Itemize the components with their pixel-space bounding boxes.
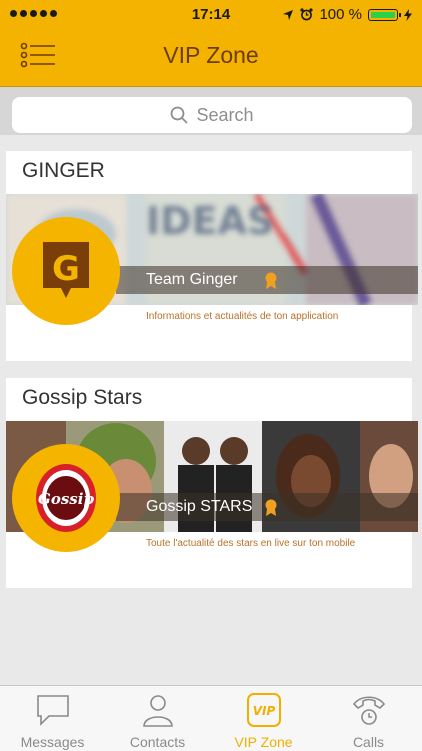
page-title: VIP Zone (163, 42, 259, 68)
award-badge-icon (265, 272, 277, 289)
alarm-icon (300, 8, 314, 21)
status-bar: 17:14 100 % (0, 0, 422, 30)
tab-vip-zone[interactable]: VIP VIP Zone (211, 686, 316, 751)
search-bar-container: Search (0, 87, 422, 135)
tab-calls[interactable]: Calls (316, 686, 421, 751)
vip-icon: VIP (247, 693, 281, 727)
vip-card-gossip-stars[interactable]: Gossip Stars Gossip STARS Gossip Toute l… (6, 378, 418, 588)
location-icon (283, 9, 294, 20)
ginger-logo: G (12, 217, 120, 325)
card-title: Gossip Stars (22, 386, 143, 409)
award-badge-icon (265, 499, 277, 516)
tab-messages[interactable]: Messages (0, 686, 105, 751)
tab-bar: Messages Contacts VIP VIP Zone Calls (0, 685, 422, 751)
battery-percentage: 100 % (319, 6, 362, 23)
gossip-logo-text: Gossip (38, 490, 94, 508)
tab-label: Messages (20, 734, 85, 750)
vip-icon-text: VIP (253, 704, 276, 718)
banner-ideas-text: IDEAS (146, 199, 274, 243)
card-title: GINGER (22, 159, 105, 182)
phone-icon (352, 696, 386, 725)
card-description: Toute l'actualité des stars en live sur … (146, 538, 356, 549)
gossip-logo: Gossip (12, 444, 120, 552)
charging-icon (404, 8, 412, 21)
search-icon (171, 106, 189, 124)
banner-label: Gossip STARS (146, 498, 253, 515)
navigation-bar: VIP Zone (0, 30, 422, 87)
battery-icon (368, 8, 401, 21)
tab-contacts[interactable]: Contacts (105, 686, 210, 751)
search-input[interactable]: Search (12, 97, 412, 133)
tab-label: VIP Zone (234, 734, 293, 750)
ginger-logo-letter: G (52, 249, 80, 289)
vip-card-ginger[interactable]: GINGER IDEAS Team Ginger G Informations … (6, 151, 418, 361)
messages-icon (37, 695, 69, 726)
tab-label: Contacts (129, 734, 186, 750)
ginger-g-icon: G (43, 242, 89, 298)
search-placeholder: Search (196, 104, 254, 125)
contacts-icon (143, 695, 173, 727)
banner-label: Team Ginger (146, 271, 238, 288)
mouth-icon: Gossip (36, 464, 96, 532)
card-description: Informations et actualités de ton applic… (146, 311, 339, 322)
tab-label: Calls (352, 734, 385, 750)
